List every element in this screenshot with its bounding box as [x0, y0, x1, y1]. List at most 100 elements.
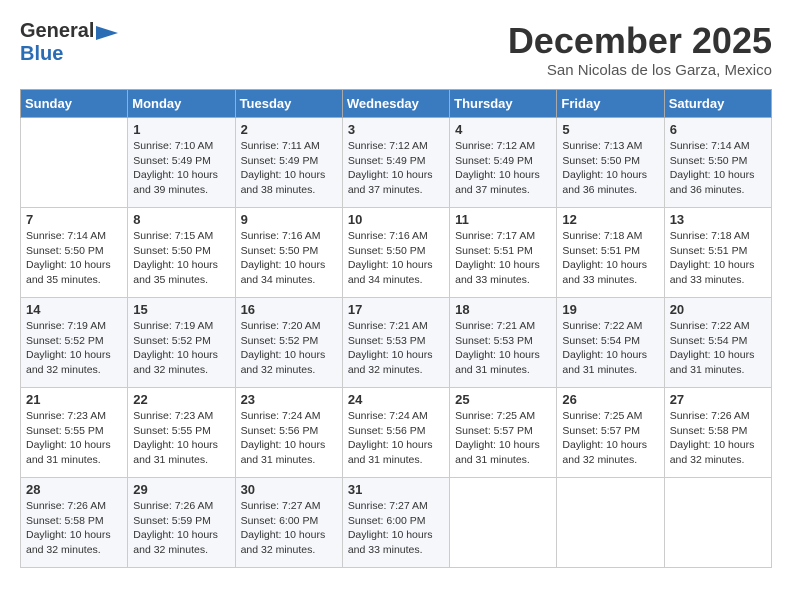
- calendar-cell: 12 Sunrise: 7:18 AMSunset: 5:51 PMDayligh…: [557, 208, 664, 298]
- day-number: 20: [670, 302, 766, 317]
- day-info: Sunrise: 7:23 AMSunset: 5:55 PMDaylight:…: [133, 409, 229, 468]
- calendar-cell: 19 Sunrise: 7:22 AMSunset: 5:54 PMDayligh…: [557, 298, 664, 388]
- day-number: 29: [133, 482, 229, 497]
- calendar-cell: 13 Sunrise: 7:18 AMSunset: 5:51 PMDayligh…: [664, 208, 771, 298]
- day-info: Sunrise: 7:14 AMSunset: 5:50 PMDaylight:…: [26, 229, 122, 288]
- day-info: Sunrise: 7:26 AMSunset: 5:58 PMDaylight:…: [26, 499, 122, 558]
- day-number: 30: [241, 482, 337, 497]
- day-info: Sunrise: 7:17 AMSunset: 5:51 PMDaylight:…: [455, 229, 551, 288]
- calendar-cell: 5Sunrise: 7:13 AMSunset: 5:50 PMDaylight…: [557, 118, 664, 208]
- day-info: Sunrise: 7:16 AMSunset: 5:50 PMDaylight:…: [348, 229, 444, 288]
- calendar-week-row: 7Sunrise: 7:14 AMSunset: 5:50 PMDaylight…: [21, 208, 772, 298]
- day-number: 17: [348, 302, 444, 317]
- calendar-cell: [450, 478, 557, 568]
- day-number: 25: [455, 392, 551, 407]
- day-info: Sunrise: 7:14 AMSunset: 5:50 PMDaylight:…: [670, 139, 766, 198]
- day-info: Sunrise: 7:21 AMSunset: 5:53 PMDaylight:…: [348, 319, 444, 378]
- day-info: Sunrise: 7:25 AMSunset: 5:57 PMDaylight:…: [562, 409, 658, 468]
- day-number: 9: [241, 212, 337, 227]
- calendar-cell: 27 Sunrise: 7:26 AMSunset: 5:58 PMDayligh…: [664, 388, 771, 478]
- calendar-table: Sunday Monday Tuesday Wednesday Thursday…: [20, 89, 772, 568]
- calendar-cell: 30 Sunrise: 7:27 AMSunset: 6:00 PMDayligh…: [235, 478, 342, 568]
- day-number: 13: [670, 212, 766, 227]
- calendar-cell: 17 Sunrise: 7:21 AMSunset: 5:53 PMDayligh…: [342, 298, 449, 388]
- day-info: Sunrise: 7:24 AMSunset: 5:56 PMDaylight:…: [348, 409, 444, 468]
- day-info: Sunrise: 7:22 AMSunset: 5:54 PMDaylight:…: [670, 319, 766, 378]
- day-info: Sunrise: 7:23 AMSunset: 5:55 PMDaylight:…: [26, 409, 122, 468]
- day-info: Sunrise: 7:19 AMSunset: 5:52 PMDaylight:…: [133, 319, 229, 378]
- day-info: Sunrise: 7:24 AMSunset: 5:56 PMDaylight:…: [241, 409, 337, 468]
- calendar-cell: [664, 478, 771, 568]
- calendar-cell: 7Sunrise: 7:14 AMSunset: 5:50 PMDaylight…: [21, 208, 128, 298]
- calendar-week-row: 21 Sunrise: 7:23 AMSunset: 5:55 PMDayligh…: [21, 388, 772, 478]
- day-number: 26: [562, 392, 658, 407]
- day-info: Sunrise: 7:15 AMSunset: 5:50 PMDaylight:…: [133, 229, 229, 288]
- calendar-cell: 11Sunrise: 7:17 AMSunset: 5:51 PMDayligh…: [450, 208, 557, 298]
- calendar-cell: 29 Sunrise: 7:26 AMSunset: 5:59 PMDayligh…: [128, 478, 235, 568]
- day-info: Sunrise: 7:10 AMSunset: 5:49 PMDaylight:…: [133, 139, 229, 198]
- calendar-cell: [21, 118, 128, 208]
- calendar-cell: 21 Sunrise: 7:23 AMSunset: 5:55 PMDayligh…: [21, 388, 128, 478]
- day-number: 24: [348, 392, 444, 407]
- day-number: 23: [241, 392, 337, 407]
- calendar-cell: 20 Sunrise: 7:22 AMSunset: 5:54 PMDayligh…: [664, 298, 771, 388]
- subtitle: San Nicolas de los Garza, Mexico: [508, 62, 772, 79]
- day-number: 16: [241, 302, 337, 317]
- logo: General Blue: [20, 20, 118, 66]
- day-number: 3: [348, 122, 444, 137]
- calendar-cell: 28 Sunrise: 7:26 AMSunset: 5:58 PMDayligh…: [21, 478, 128, 568]
- day-number: 18: [455, 302, 551, 317]
- logo-general-text: General: [20, 20, 94, 43]
- day-number: 27: [670, 392, 766, 407]
- col-monday: Monday: [128, 90, 235, 118]
- day-number: 28: [26, 482, 122, 497]
- day-info: Sunrise: 7:18 AMSunset: 5:51 PMDaylight:…: [670, 229, 766, 288]
- calendar-cell: 14 Sunrise: 7:19 AMSunset: 5:52 PMDayligh…: [21, 298, 128, 388]
- day-info: Sunrise: 7:27 AMSunset: 6:00 PMDaylight:…: [241, 499, 337, 558]
- col-friday: Friday: [557, 90, 664, 118]
- calendar-cell: 15Sunrise: 7:19 AMSunset: 5:52 PMDayligh…: [128, 298, 235, 388]
- day-number: 21: [26, 392, 122, 407]
- day-info: Sunrise: 7:26 AMSunset: 5:58 PMDaylight:…: [670, 409, 766, 468]
- day-number: 4: [455, 122, 551, 137]
- day-info: Sunrise: 7:12 AMSunset: 5:49 PMDaylight:…: [348, 139, 444, 198]
- calendar-cell: 22 Sunrise: 7:23 AMSunset: 5:55 PMDayligh…: [128, 388, 235, 478]
- col-wednesday: Wednesday: [342, 90, 449, 118]
- title-block: December 2025 San Nicolas de los Garza, …: [508, 20, 772, 79]
- day-number: 22: [133, 392, 229, 407]
- day-number: 8: [133, 212, 229, 227]
- calendar-cell: 9 Sunrise: 7:16 AMSunset: 5:50 PMDaylight…: [235, 208, 342, 298]
- calendar-cell: 16 Sunrise: 7:20 AMSunset: 5:52 PMDayligh…: [235, 298, 342, 388]
- calendar-body: 1Sunrise: 7:10 AMSunset: 5:49 PMDaylight…: [21, 118, 772, 568]
- day-info: Sunrise: 7:20 AMSunset: 5:52 PMDaylight:…: [241, 319, 337, 378]
- calendar-cell: 24 Sunrise: 7:24 AMSunset: 5:56 PMDayligh…: [342, 388, 449, 478]
- day-info: Sunrise: 7:27 AMSunset: 6:00 PMDaylight:…: [348, 499, 444, 558]
- day-info: Sunrise: 7:19 AMSunset: 5:52 PMDaylight:…: [26, 319, 122, 378]
- page-header: General Blue December 2025 San Nicolas d…: [20, 20, 772, 79]
- calendar-cell: 18 Sunrise: 7:21 AMSunset: 5:53 PMDayligh…: [450, 298, 557, 388]
- calendar-week-row: 1Sunrise: 7:10 AMSunset: 5:49 PMDaylight…: [21, 118, 772, 208]
- calendar-cell: 6Sunrise: 7:14 AMSunset: 5:50 PMDaylight…: [664, 118, 771, 208]
- day-info: Sunrise: 7:21 AMSunset: 5:53 PMDaylight:…: [455, 319, 551, 378]
- day-info: Sunrise: 7:18 AMSunset: 5:51 PMDaylight:…: [562, 229, 658, 288]
- calendar-cell: 2Sunrise: 7:11 AMSunset: 5:49 PMDaylight…: [235, 118, 342, 208]
- col-sunday: Sunday: [21, 90, 128, 118]
- day-info: Sunrise: 7:26 AMSunset: 5:59 PMDaylight:…: [133, 499, 229, 558]
- day-info: Sunrise: 7:16 AMSunset: 5:50 PMDaylight:…: [241, 229, 337, 288]
- header-row: Sunday Monday Tuesday Wednesday Thursday…: [21, 90, 772, 118]
- col-tuesday: Tuesday: [235, 90, 342, 118]
- day-info: Sunrise: 7:11 AMSunset: 5:49 PMDaylight:…: [241, 139, 337, 198]
- calendar-cell: 10 Sunrise: 7:16 AMSunset: 5:50 PMDayligh…: [342, 208, 449, 298]
- day-number: 19: [562, 302, 658, 317]
- day-number: 31: [348, 482, 444, 497]
- calendar-cell: 8 Sunrise: 7:15 AMSunset: 5:50 PMDaylight…: [128, 208, 235, 298]
- day-number: 14: [26, 302, 122, 317]
- calendar-cell: [557, 478, 664, 568]
- day-number: 12: [562, 212, 658, 227]
- calendar-week-row: 14 Sunrise: 7:19 AMSunset: 5:52 PMDayligh…: [21, 298, 772, 388]
- day-number: 5: [562, 122, 658, 137]
- calendar-cell: 1Sunrise: 7:10 AMSunset: 5:49 PMDaylight…: [128, 118, 235, 208]
- day-info: Sunrise: 7:22 AMSunset: 5:54 PMDaylight:…: [562, 319, 658, 378]
- col-saturday: Saturday: [664, 90, 771, 118]
- day-number: 10: [348, 212, 444, 227]
